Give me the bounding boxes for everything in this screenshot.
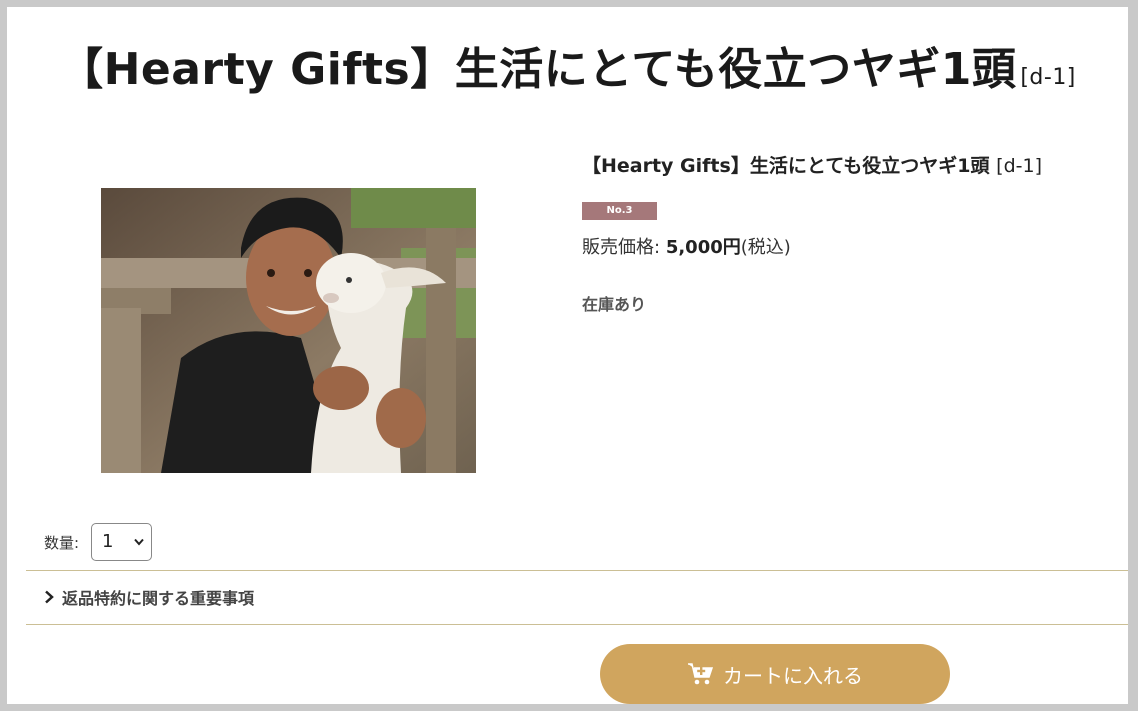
return-policy-label: 返品特約に関する重要事項 [62, 589, 255, 608]
chevron-right-icon [45, 590, 54, 604]
quantity-value: 1 [102, 531, 114, 552]
stock-status: 在庫あり [582, 295, 647, 314]
page-title-text: 【Hearty Gifts】生活にとても役立つヤギ1頭 [59, 44, 1017, 95]
add-to-cart-button[interactable]: カートに入れる [600, 644, 950, 704]
quantity-label: 数量: [44, 534, 80, 552]
page-frame: 【Hearty Gifts】生活にとても役立つヤギ1頭 [d-1] 【Heart… [7, 7, 1128, 704]
quantity-select[interactable]: 1 [91, 523, 152, 561]
price-value: 5,000円 [665, 237, 741, 258]
product-name-text: 【Hearty Gifts】生活にとても役立つヤギ1頭 [582, 155, 990, 177]
product-number-badge: No.3 [582, 202, 657, 220]
product-image [101, 188, 476, 473]
product-code: [d-1] [996, 155, 1042, 177]
boy-holding-goat-photo [101, 188, 476, 473]
chevron-down-icon [134, 538, 144, 546]
tax-note: (税込) [740, 237, 791, 258]
price-label: 販売価格: [582, 237, 661, 258]
product-name: 【Hearty Gifts】生活にとても役立つヤギ1頭 [d-1] [582, 151, 1042, 178]
return-policy-toggle[interactable]: 返品特約に関する重要事項 [44, 585, 254, 609]
page-title-code: [d-1] [1020, 65, 1076, 90]
divider [26, 570, 1128, 571]
page-title: 【Hearty Gifts】生活にとても役立つヤギ1頭 [d-1] [7, 33, 1128, 97]
divider [26, 624, 1128, 625]
add-to-cart-label: カートに入れる [723, 663, 863, 688]
cart-icon [688, 663, 714, 685]
price: 販売価格: 5,000円(税込) [582, 233, 791, 259]
